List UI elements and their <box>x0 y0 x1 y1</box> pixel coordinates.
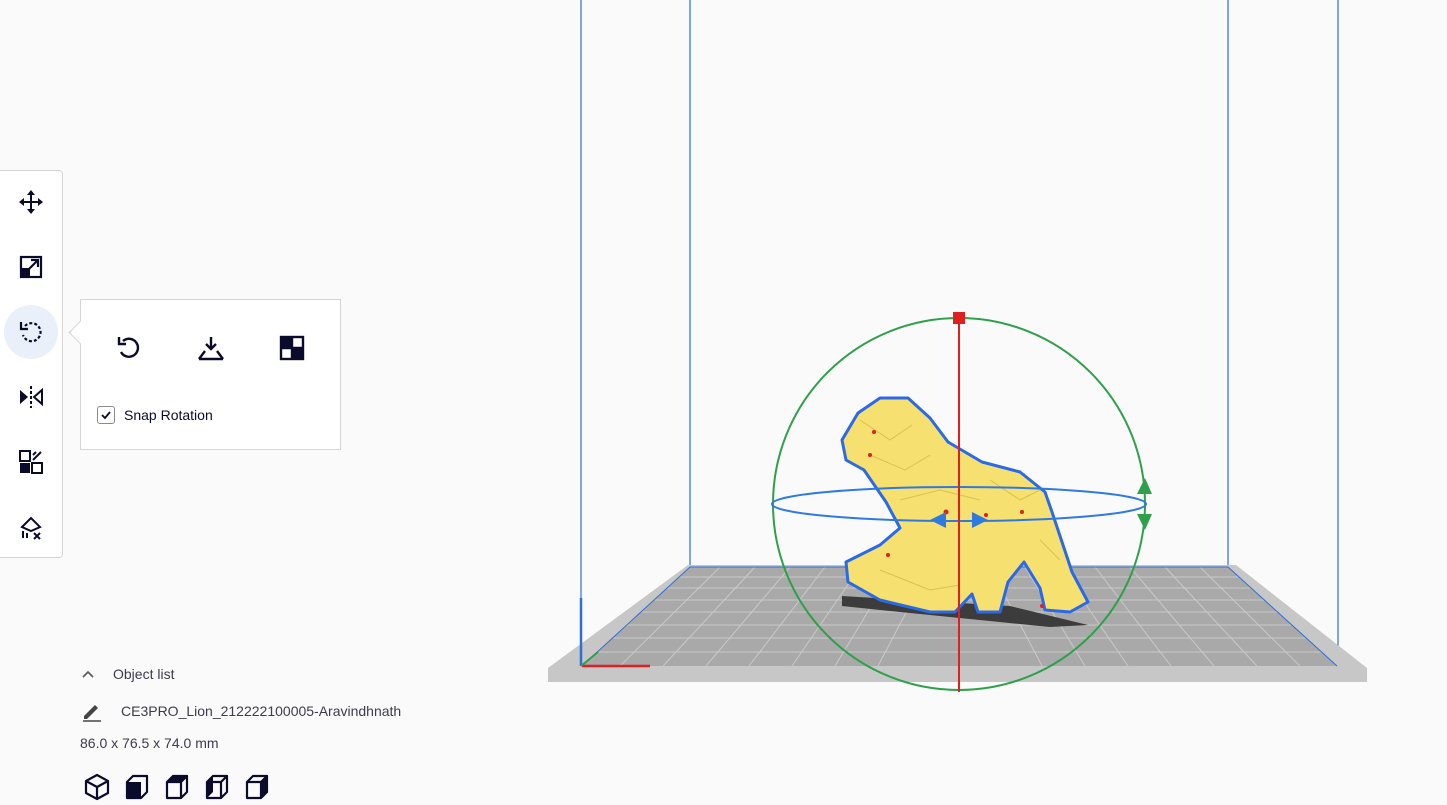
camera-view-buttons <box>80 770 280 804</box>
object-name-row: CE3PRO_Lion_212222100005-Aravindhnath <box>80 700 401 722</box>
lay-flat-icon <box>198 337 224 361</box>
object-dimensions: 86.0 x 76.5 x 74.0 mm <box>80 735 219 751</box>
tool-sidebar <box>0 170 63 558</box>
object-list-title: Object list <box>113 666 175 682</box>
support-blocker-button[interactable] <box>4 500 58 554</box>
right-view-button[interactable] <box>240 770 274 804</box>
mirror-icon <box>20 386 43 408</box>
left-view-icon <box>205 774 229 800</box>
scale-tool-button[interactable] <box>4 240 58 294</box>
3d-view-icon <box>84 773 110 801</box>
reset-rotation-button[interactable] <box>109 328 149 368</box>
object-name[interactable]: CE3PRO_Lion_212222100005-Aravindhnath <box>121 703 401 719</box>
chevron-up-icon <box>82 670 94 678</box>
snap-rotation-option[interactable]: Snap Rotation <box>97 405 213 425</box>
right-view-icon <box>245 774 269 800</box>
select-face-to-align-button[interactable] <box>272 328 312 368</box>
lay-flat-button[interactable] <box>191 328 231 368</box>
per-model-settings-button[interactable] <box>4 435 58 489</box>
pencil-icon[interactable] <box>80 700 104 722</box>
scale-icon <box>19 255 43 279</box>
front-view-icon <box>125 774 149 800</box>
left-view-button[interactable] <box>200 770 234 804</box>
mirror-tool-button[interactable] <box>4 370 58 424</box>
front-view-button[interactable] <box>120 770 154 804</box>
lion-model[interactable] <box>840 396 1090 614</box>
move-icon <box>19 190 43 214</box>
top-view-icon <box>165 774 189 800</box>
checkmark-icon <box>101 411 111 420</box>
3d-view-button[interactable] <box>80 770 114 804</box>
move-tool-button[interactable] <box>4 175 58 229</box>
per-model-settings-icon <box>19 450 43 474</box>
top-view-button[interactable] <box>160 770 194 804</box>
select-face-to-align-icon <box>279 335 305 361</box>
reset-rotation-icon <box>117 337 140 358</box>
rotate-tool-panel: Snap Rotation <box>68 299 341 450</box>
snap-rotation-label: Snap Rotation <box>124 407 213 423</box>
support-blocker-icon <box>20 516 42 540</box>
object-list-toggle[interactable]: Object list <box>80 663 174 685</box>
rotate-tool-button[interactable] <box>4 305 58 359</box>
snap-rotation-checkbox[interactable] <box>97 406 115 424</box>
rotate-icon <box>19 322 42 343</box>
